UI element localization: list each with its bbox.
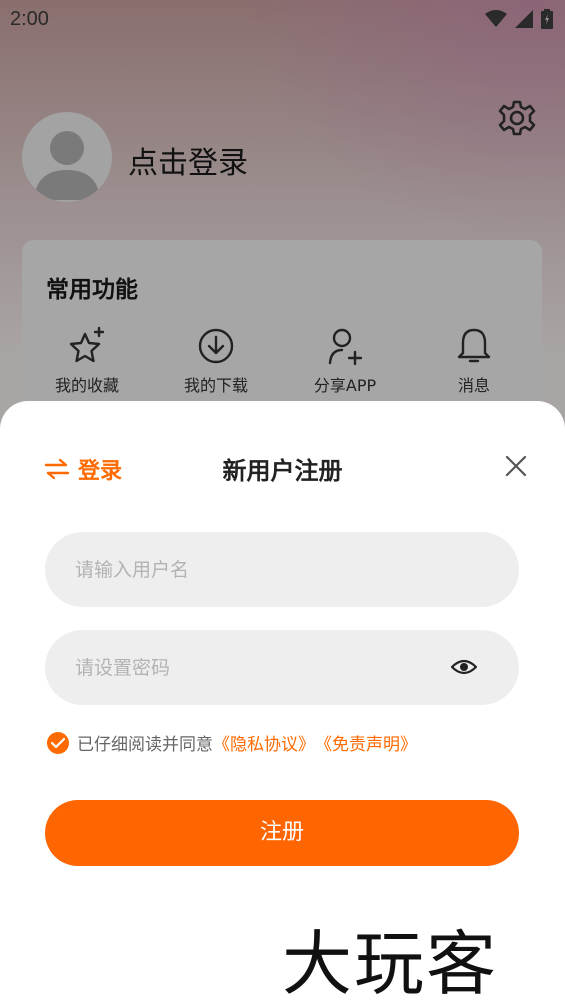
disclaimer-link[interactable]: 《免责声明》 [315,730,417,755]
status-bar: 2:00 [0,0,565,38]
close-icon[interactable] [504,454,528,478]
watermark: 大玩客 [282,923,498,1005]
agree-text: 已仔细阅读并同意 [77,735,213,755]
section-title: 常用功能 [46,277,138,303]
func-label: 我的收藏 [54,376,119,395]
agree-checkbox[interactable] [47,731,69,754]
func-label: 分享APP [313,376,377,395]
password-input[interactable] [75,656,489,679]
battery-icon [541,9,553,29]
sheet-title: 新用户注册 [222,457,343,485]
bell-icon [457,328,491,363]
username-input[interactable] [75,558,489,581]
func-item-downloads[interactable]: 我的下载 [161,326,271,396]
eye-icon[interactable] [450,656,478,682]
checkmark-icon [51,737,65,748]
func-item-favorites[interactable]: 我的收藏 [32,326,142,396]
func-label: 我的下载 [183,376,248,395]
password-field[interactable] [45,630,519,705]
register-button[interactable]: 注册 [45,800,519,866]
agreement-row: 已仔细阅读并同意 《隐私协议》 《免责声明》 [47,730,417,755]
add-user-icon [328,328,363,366]
download-icon [198,328,234,364]
login-prompt[interactable]: 点击登录 [128,138,248,182]
settings-gear-icon[interactable] [497,98,537,138]
username-field[interactable] [45,532,519,607]
func-item-share[interactable]: 分享APP [290,326,400,396]
status-time: 2:00 [10,7,49,30]
privacy-link[interactable]: 《隐私协议》 [213,730,315,755]
default-avatar-icon [34,131,100,200]
func-label: 消息 [457,376,490,395]
star-sparkle-icon [69,326,105,363]
register-sheet: 登录 新用户注册 已仔细阅读并同意 《隐私协议》 《免责声明》 注册 大玩客 [0,401,565,1005]
wifi-icon [485,10,507,27]
cellular-signal-icon [515,10,533,28]
func-item-messages[interactable]: 消息 [419,326,529,396]
avatar[interactable] [22,112,112,202]
status-icons [485,9,553,29]
